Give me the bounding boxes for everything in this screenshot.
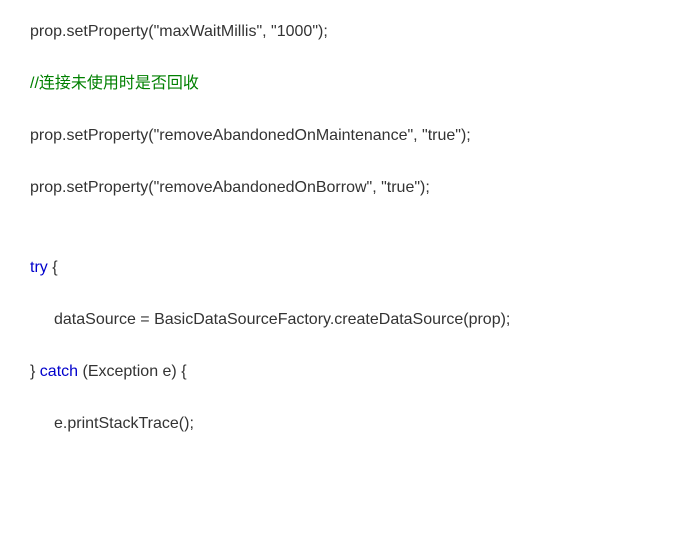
code-text: ); — [318, 23, 328, 40]
keyword-catch: catch — [40, 363, 78, 380]
keyword-try: try — [30, 259, 48, 276]
code-text: prop.setProperty( — [30, 23, 154, 40]
code-text: ); — [461, 127, 471, 144]
code-text: ); — [420, 179, 430, 196]
code-text: e.printStackTrace(); — [54, 415, 194, 432]
code-line-2: //连接未使用时是否回收 — [30, 72, 665, 96]
code-line-4: prop.setProperty("removeAbandonedOnBorro… — [30, 176, 665, 200]
code-text: , — [413, 127, 422, 144]
string-literal: "removeAbandonedOnMaintenance" — [154, 127, 414, 144]
string-literal: "1000" — [271, 23, 318, 40]
code-text: } — [30, 363, 40, 380]
string-literal: "true" — [381, 179, 420, 196]
code-line-3: prop.setProperty("removeAbandonedOnMaint… — [30, 124, 665, 148]
string-literal: "true" — [422, 127, 461, 144]
code-line-7: } catch (Exception e) { — [30, 360, 665, 384]
code-text: prop.setProperty( — [30, 179, 154, 196]
code-line-1: prop.setProperty("maxWaitMillis", "1000"… — [30, 20, 665, 44]
code-text: (Exception e) { — [78, 363, 187, 380]
code-line-5: try { — [30, 256, 665, 280]
blank-line — [30, 228, 665, 256]
code-text: dataSource = BasicDataSourceFactory.crea… — [54, 311, 510, 328]
code-text: , — [262, 23, 271, 40]
code-line-6: dataSource = BasicDataSourceFactory.crea… — [30, 308, 665, 332]
string-literal: "removeAbandonedOnBorrow" — [154, 179, 373, 196]
comment-text: //连接未使用时是否回收 — [30, 75, 199, 92]
code-text: { — [48, 259, 58, 276]
code-line-8: e.printStackTrace(); — [30, 412, 665, 436]
code-text: , — [372, 179, 381, 196]
string-literal: "maxWaitMillis" — [154, 23, 263, 40]
code-text: prop.setProperty( — [30, 127, 154, 144]
